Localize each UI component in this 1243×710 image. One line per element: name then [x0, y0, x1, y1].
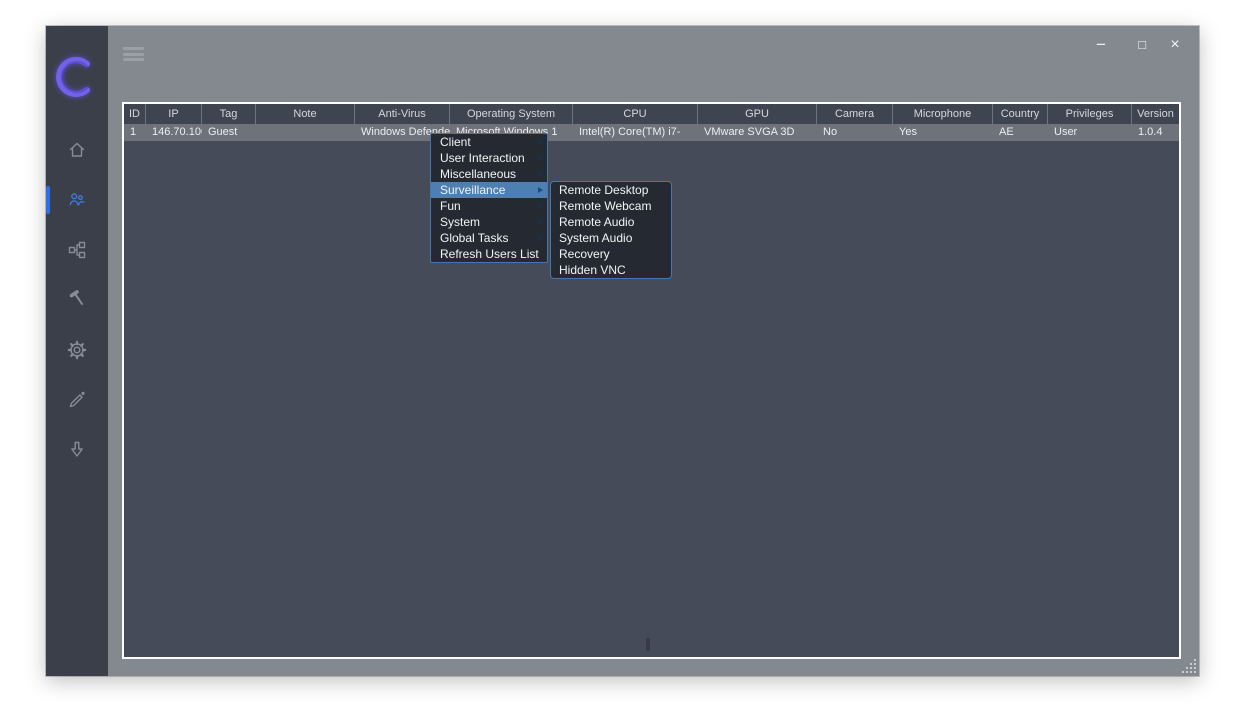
- column-header-tag[interactable]: Tag: [202, 104, 256, 124]
- horizontal-scrollbar-thumb[interactable]: [646, 638, 650, 651]
- resize-grip[interactable]: [1180, 657, 1196, 673]
- column-header-operating-system[interactable]: Operating System: [450, 104, 573, 124]
- column-header-note[interactable]: Note: [256, 104, 355, 124]
- submenu-item-system-audio[interactable]: System Audio: [551, 230, 671, 246]
- cell-cpu: Intel(R) Core(TM) i7-: [579, 126, 681, 138]
- menu-item-client[interactable]: Client: [431, 134, 547, 150]
- home-icon: [69, 142, 85, 157]
- submenu-item-recovery[interactable]: Recovery: [551, 246, 671, 262]
- menu-item-miscellaneous[interactable]: Miscellaneous: [431, 166, 547, 182]
- menu-item-label: System: [440, 215, 481, 229]
- cell-note: [256, 124, 355, 141]
- cell-tag: Guest: [208, 126, 238, 138]
- column-header-camera[interactable]: Camera: [817, 104, 893, 124]
- sidebar-item-home[interactable]: [46, 125, 108, 175]
- submenu-arrow-icon: [538, 138, 543, 145]
- menu-item-label: Miscellaneous: [440, 167, 517, 181]
- submenu-arrow-icon: [538, 234, 543, 241]
- menu-item-label: Global Tasks: [440, 231, 509, 245]
- column-header-privileges[interactable]: Privileges: [1048, 104, 1132, 124]
- surveillance-submenu: Remote Desktop Remote Webcam Remote Audi…: [550, 181, 672, 279]
- cell-country: AE: [999, 126, 1014, 138]
- users-icon: [69, 193, 85, 206]
- app-logo: [46, 54, 108, 100]
- menu-item-label: Refresh Users List: [440, 247, 539, 261]
- submenu-item-remote-audio[interactable]: Remote Audio: [551, 214, 671, 230]
- cell-microphone: Yes: [899, 126, 917, 138]
- hammer-icon: [69, 290, 83, 305]
- sidebar-item-builder[interactable]: [46, 275, 108, 325]
- pencil-icon: [69, 391, 85, 408]
- column-header-cpu[interactable]: CPU: [573, 104, 698, 124]
- cell-gpu: VMware SVGA 3D: [704, 126, 795, 138]
- column-header-gpu[interactable]: GPU: [698, 104, 817, 124]
- sidebar-nav: [46, 125, 108, 475]
- menu-item-surveillance[interactable]: Surveillance: [431, 182, 547, 198]
- cell-id: 1: [130, 126, 137, 138]
- column-header-antivirus[interactable]: Anti-Virus: [355, 104, 450, 124]
- menu-item-label: Client: [440, 135, 471, 149]
- submenu-arrow-icon: [538, 218, 543, 225]
- sidebar-item-clients[interactable]: [46, 175, 108, 225]
- submenu-item-remote-desktop[interactable]: Remote Desktop: [551, 182, 671, 198]
- menu-item-global-tasks[interactable]: Global Tasks: [431, 230, 547, 246]
- cell-ip: 146.70.106: [152, 126, 202, 138]
- submenu-arrow-icon: [538, 186, 543, 193]
- minimize-button[interactable]: −: [1088, 32, 1114, 58]
- menu-item-refresh-users-list[interactable]: Refresh Users List: [431, 246, 547, 262]
- column-header-ip[interactable]: IP: [146, 104, 202, 124]
- menu-item-user-interaction[interactable]: User Interaction: [431, 150, 547, 166]
- menu-hamburger-icon[interactable]: [123, 47, 144, 64]
- cell-version: 1.0.4: [1138, 126, 1163, 138]
- network-icon: [68, 241, 86, 259]
- submenu-item-remote-webcam[interactable]: Remote Webcam: [551, 198, 671, 214]
- sidebar-item-downloads[interactable]: [46, 425, 108, 475]
- active-indicator: [46, 186, 50, 214]
- sidebar-item-edit[interactable]: [46, 375, 108, 425]
- crescent-logo-icon: [56, 57, 90, 97]
- table-row[interactable]: 1 146.70.106 Guest Windows Defender Micr…: [124, 124, 1179, 141]
- submenu-arrow-icon: [538, 154, 543, 161]
- menu-item-system[interactable]: System: [431, 214, 547, 230]
- menu-item-label: User Interaction: [440, 151, 525, 165]
- sidebar: [46, 26, 108, 676]
- submenu-arrow-icon: [538, 170, 543, 177]
- cell-privileges: User: [1054, 126, 1078, 138]
- table-header: ID IP Tag Note Anti-Virus Operating Syst…: [124, 104, 1179, 124]
- maximize-button[interactable]: □: [1129, 32, 1155, 58]
- menu-item-label: Surveillance: [440, 183, 506, 197]
- menu-item-label: Fun: [440, 199, 461, 213]
- gear-icon: [67, 340, 87, 360]
- menu-item-fun[interactable]: Fun: [431, 198, 547, 214]
- app-window: − □ × ID IP Tag Note Anti-Virus Operatin…: [46, 26, 1199, 676]
- context-menu: Client User Interaction Miscellaneous Su…: [430, 133, 548, 263]
- column-header-microphone[interactable]: Microphone: [893, 104, 993, 124]
- close-button[interactable]: ×: [1162, 32, 1188, 58]
- download-icon: [71, 441, 83, 457]
- submenu-arrow-icon: [538, 202, 543, 209]
- cell-camera: No: [823, 126, 838, 138]
- column-header-version[interactable]: Version: [1132, 104, 1179, 124]
- submenu-item-hidden-vnc[interactable]: Hidden VNC: [551, 262, 671, 278]
- column-header-country[interactable]: Country: [993, 104, 1048, 124]
- column-header-id[interactable]: ID: [124, 104, 146, 124]
- sidebar-item-settings[interactable]: [46, 325, 108, 375]
- sidebar-item-network[interactable]: [46, 225, 108, 275]
